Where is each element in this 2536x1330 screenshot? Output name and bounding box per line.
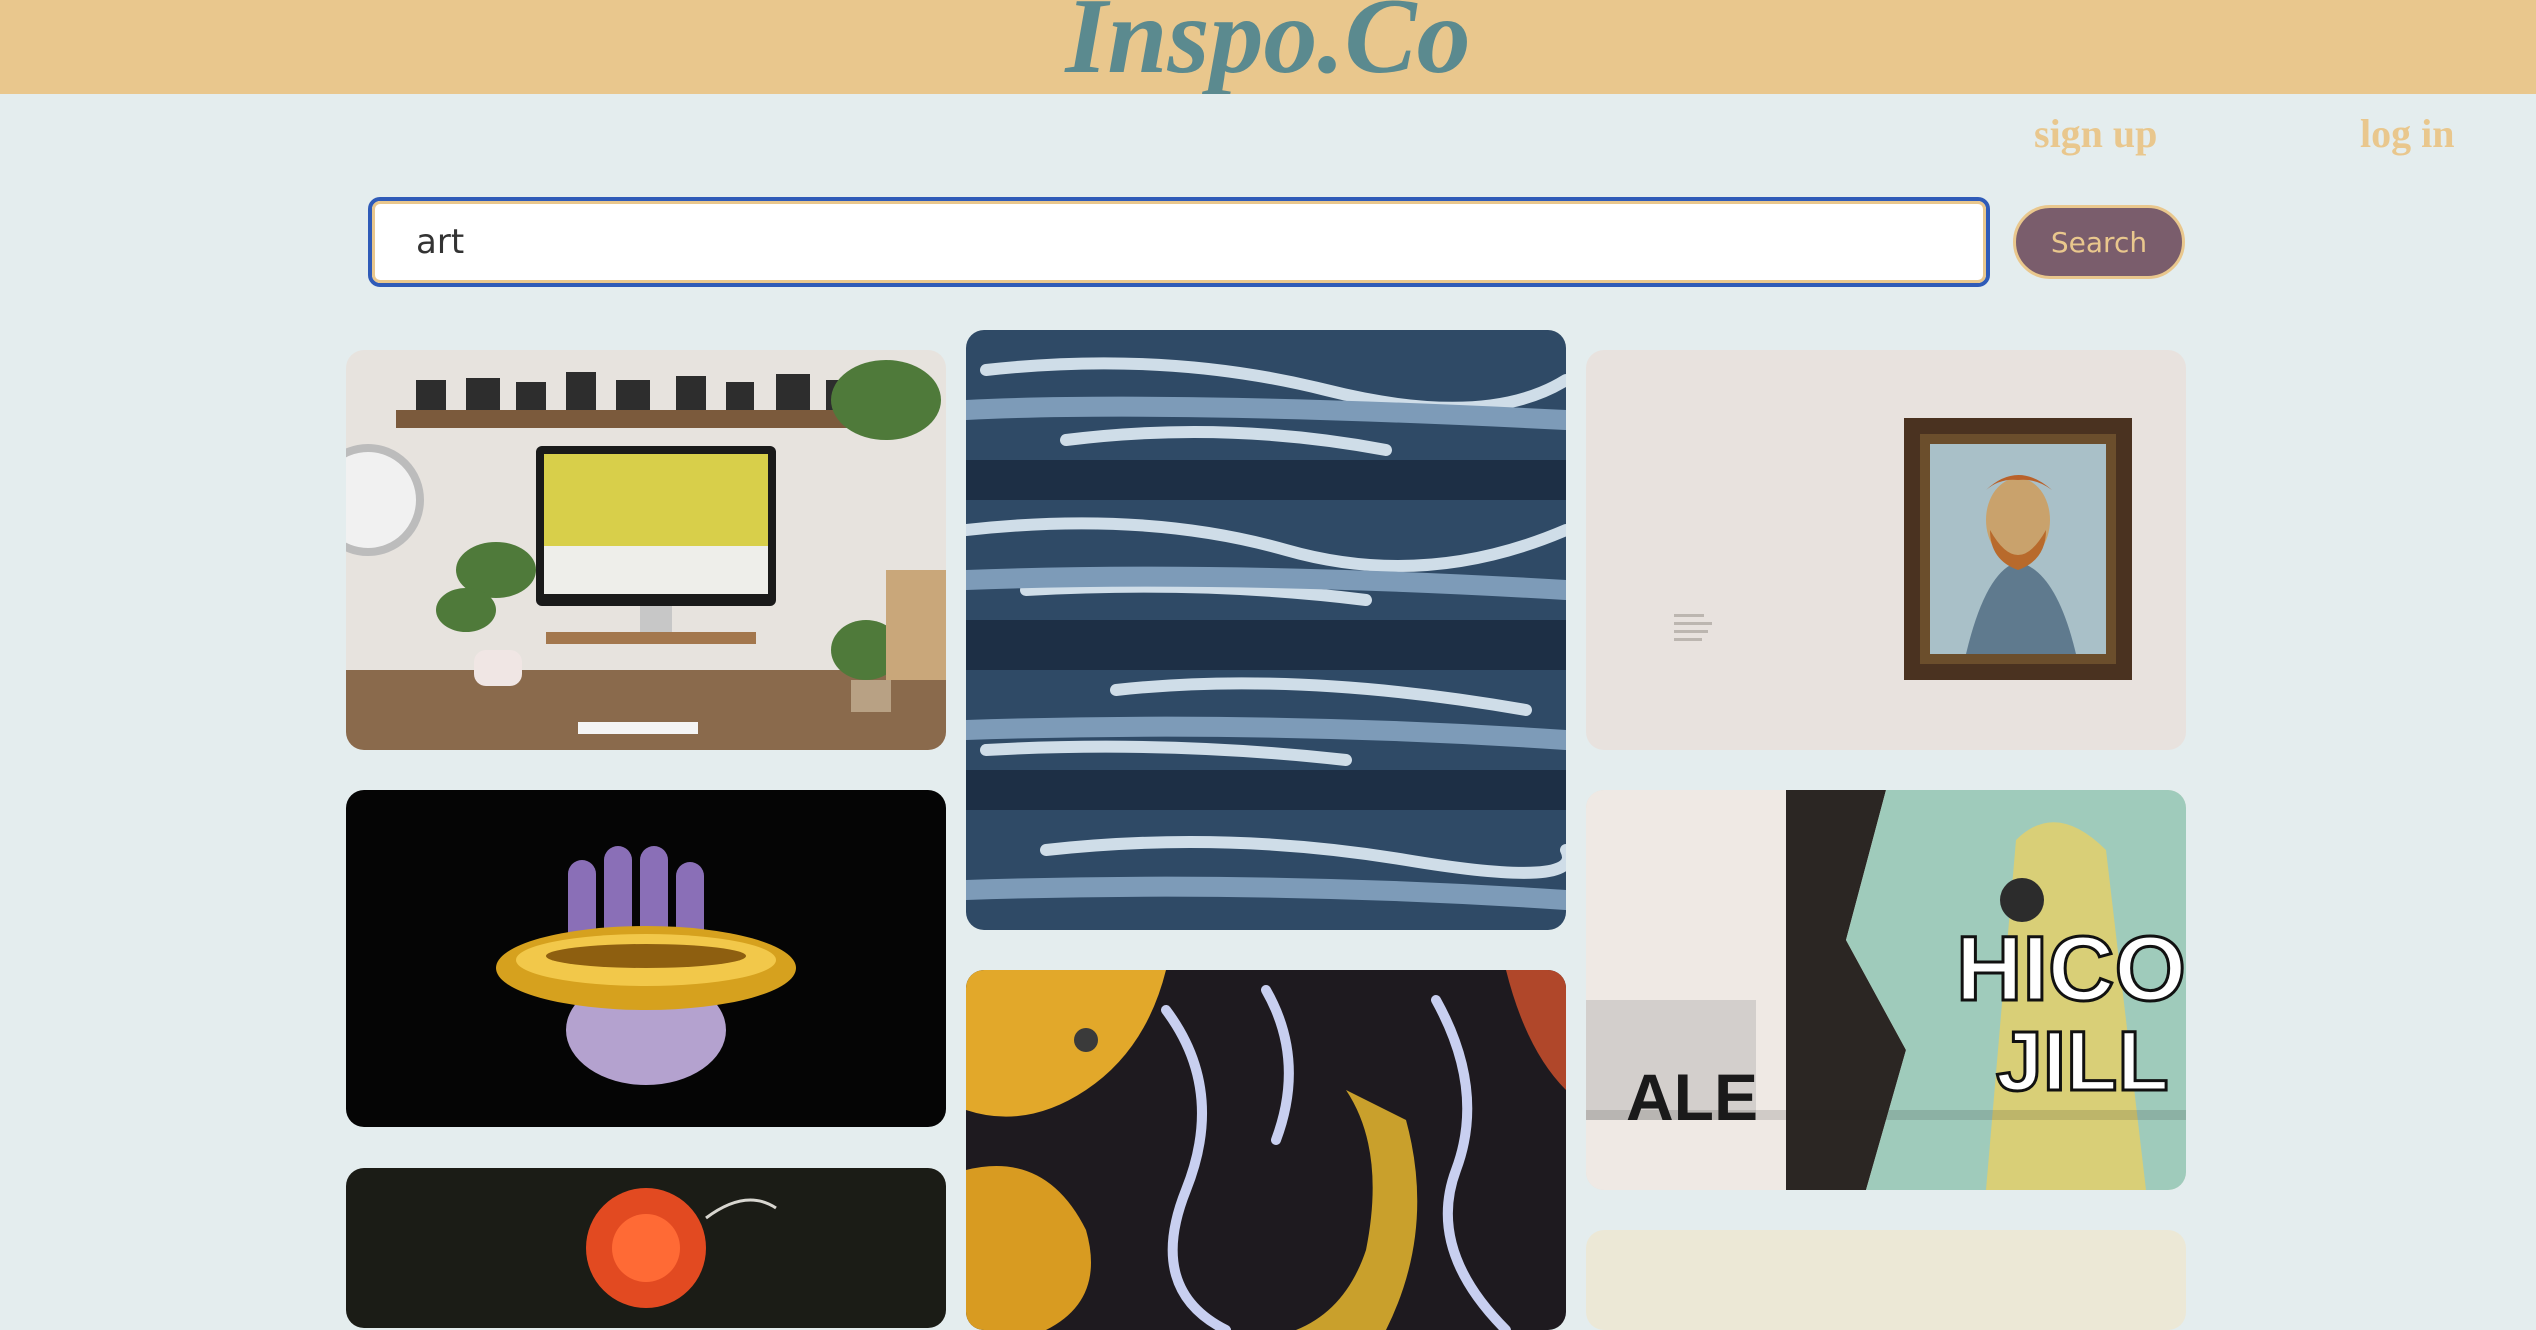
sign-up-link[interactable]: sign up	[2034, 110, 2157, 157]
collage-hico-text: HICO	[1956, 918, 2186, 1020]
fluid-art-image[interactable]	[966, 970, 1566, 1330]
header-bar: Inspo.Co	[0, 0, 2536, 94]
collage-ale-text: ALE	[1626, 1060, 1758, 1134]
blue-abstract-painting-image[interactable]	[966, 330, 1566, 930]
van-gogh-portrait-image[interactable]	[1586, 350, 2186, 750]
search-button[interactable]: Search	[2013, 205, 2185, 279]
red-flower-image[interactable]	[346, 1168, 946, 1328]
chrome-hand-image[interactable]	[346, 790, 946, 1127]
search-input[interactable]	[368, 197, 1990, 287]
desk-workspace-image[interactable]	[346, 350, 946, 750]
collage-jill-text: JILL	[1996, 1014, 2169, 1108]
poster-collage-image[interactable]: HICO JILL ALE	[1586, 790, 2186, 1190]
site-logo[interactable]: Inspo.Co	[0, 0, 2536, 94]
cream-image[interactable]	[1586, 1230, 2186, 1330]
log-in-link[interactable]: log in	[2360, 110, 2454, 157]
